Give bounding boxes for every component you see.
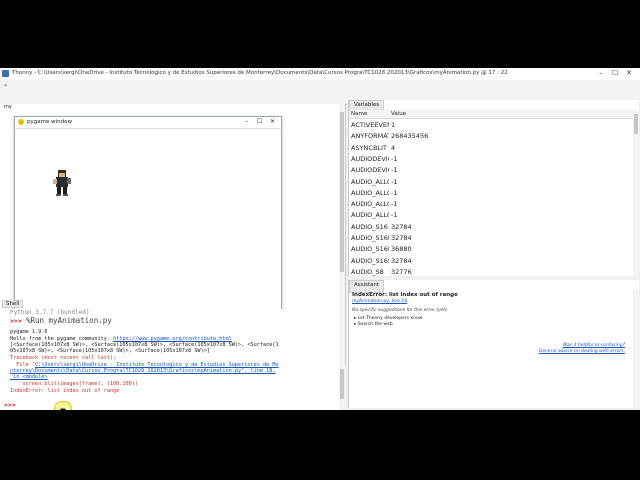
assistant-location-link[interactable]: myAnimation.py, line 18 (352, 299, 407, 304)
variable-value: 268435456 (391, 132, 429, 141)
shell-run-line: >>> %Run myAnimation.py (10, 316, 112, 325)
column-name[interactable]: Name (351, 111, 367, 117)
variable-row[interactable]: AUDIO_ALLOW-1 (349, 209, 633, 220)
variable-value: -1 (391, 200, 398, 209)
shell-traceback-code: screen.blit(images[frame], (100,100)) (10, 381, 139, 387)
variable-name: AUDIO_ALLOW (351, 177, 389, 186)
variable-row[interactable]: AUDIODEVICE-1 (349, 164, 633, 175)
shell-error-line: IndexError: list index out of range (10, 388, 120, 394)
variable-name: AUDIODEVICE (351, 154, 389, 163)
assistant-option-report[interactable]: ▸ Let Thonny developers know (354, 316, 422, 321)
shell-traceback-file-3: in <module> (10, 374, 48, 380)
thonny-screen: Thonny - C:\Users\sergi\OneDrive - Insti… (0, 68, 640, 410)
pygame-icon (18, 119, 24, 125)
variable-value: -1 (391, 154, 398, 163)
shell-output-pygame-version: pygame 1.9.6 (10, 329, 48, 335)
variable-value: 4 (391, 143, 396, 152)
assistant-no-suggestions: No specific suggestions for this error (… (352, 308, 449, 313)
variable-value: 32784 (391, 256, 412, 265)
pygame-window[interactable]: pygame window – ☐ ✕ (14, 116, 282, 330)
file-path: C:\Users\sergi\OneDrive - Instituto Tecn… (37, 70, 508, 76)
assistant-general-link[interactable]: General advice on dealing with errors. (539, 349, 625, 354)
variable-row[interactable]: ASYNCBLIT 4 (349, 142, 633, 153)
variable-row[interactable]: AUDIO_S16SYS32784 (349, 255, 633, 266)
assistant-helpful-link[interactable]: Was it helpful or confusing? (563, 343, 625, 348)
variable-name: AUDIO_S16MSB (351, 245, 389, 254)
shell-traceback-header: Traceback (most recent call last): (10, 355, 117, 361)
window-title: Thonny - C:\Users\sergi\OneDrive - Insti… (12, 70, 508, 76)
variable-row[interactable]: AUDIO_S16 32784 (349, 221, 633, 232)
variable-name: AUDIO_S16LSB (351, 234, 389, 242)
variable-row[interactable]: AUDIO_S8 32776 (349, 266, 633, 277)
shell-output-surfaces-2: 05x107x8 SW)>, <Surface(105x107x8 SW)>, … (10, 348, 210, 354)
minimize-icon[interactable]: – (594, 69, 608, 77)
pygame-window-title: pygame window (27, 119, 72, 125)
shell-traceback-file-2: nterrey\Documents\Data\Cursos Progra\TC1… (10, 368, 276, 374)
shell-tab[interactable]: Shell (2, 300, 24, 308)
window-controls: – ☐ ✕ (594, 69, 636, 77)
variable-value: 36880 (391, 245, 412, 254)
shell-panel[interactable]: Python 3.7.7 (bundled) >>> %Run myAnimat… (0, 309, 345, 410)
maximize-icon[interactable]: ☐ (608, 69, 622, 77)
shell-version-line: Python 3.7.7 (bundled) (10, 309, 90, 316)
app-name: Thonny (12, 70, 33, 76)
variable-value: -1 (391, 166, 398, 175)
menu-item-file[interactable]: ⌄ (3, 81, 8, 88)
variable-value: -1 (391, 211, 398, 220)
shell-scrollbar[interactable] (339, 309, 345, 410)
variable-name: ACTIVEEVENT (351, 121, 389, 129)
variable-row[interactable]: AUDIO_S16LSB32784 (349, 232, 633, 243)
editor-tab[interactable]: my (4, 104, 12, 110)
variables-panel: Variables Name Value ACTIVEEVENT1ANYFORM… (348, 100, 639, 276)
variable-name: AUDIO_ALLOW (351, 200, 389, 209)
variable-name: AUDIO_ALLOW (351, 188, 389, 197)
variable-row[interactable]: ANYFORMAT 268435456 (349, 130, 633, 141)
thonny-icon (2, 70, 9, 77)
variable-value: 1 (391, 121, 396, 129)
assistant-option-search[interactable]: ▸ Search the web (354, 322, 393, 327)
pygame-window-controls: – ☐ ✕ (240, 118, 279, 125)
assistant-error-title: IndexError: list index out of range (352, 292, 458, 298)
variables-scrollbar[interactable] (633, 110, 639, 276)
variables-header: Name Value (349, 110, 633, 119)
column-value[interactable]: Value (391, 111, 406, 117)
variable-name: ASYNCBLIT (351, 143, 387, 152)
variable-value: -1 (391, 177, 398, 186)
close-icon[interactable]: ✕ (266, 118, 279, 125)
minimize-icon[interactable]: – (240, 118, 253, 125)
variable-value: -1 (391, 188, 398, 197)
maximize-icon[interactable]: ☐ (253, 118, 266, 125)
variable-name: AUDIO_S16 (351, 222, 388, 231)
variable-name: AUDIO_S16SYS (351, 256, 389, 265)
variable-row[interactable]: AUDIO_ALLOW-1 (349, 187, 633, 198)
variable-name: AUDIO_ALLOW (351, 211, 389, 220)
menubar: ⌄ (0, 80, 640, 90)
variable-name: ANYFORMAT (351, 132, 389, 141)
game-sprite (53, 170, 71, 196)
assistant-panel: Assistant IndexError: list index out of … (348, 280, 639, 408)
variable-row[interactable]: AUDIO_ALLOW-1 (349, 198, 633, 209)
variable-value: 32776 (391, 267, 412, 276)
assistant-scrollbar[interactable] (633, 290, 639, 408)
shell-prompt[interactable]: >>> (4, 401, 16, 409)
variable-row[interactable]: AUDIO_S16MSB36880 (349, 243, 633, 254)
variable-row[interactable]: AUDIODEVICE-1 (349, 153, 633, 164)
variable-name: AUDIO_S8 (351, 267, 384, 276)
pygame-titlebar: pygame window – ☐ ✕ (15, 117, 281, 129)
variable-row[interactable]: ACTIVEEVENT1 (349, 119, 633, 130)
variable-row[interactable]: AUDIO_ALLOW-1 (349, 176, 633, 187)
variable-value: 32784 (391, 234, 412, 242)
variable-name: AUDIODEVICE (351, 166, 389, 175)
close-icon[interactable]: ✕ (622, 69, 636, 77)
variable-value: 32784 (391, 222, 412, 231)
